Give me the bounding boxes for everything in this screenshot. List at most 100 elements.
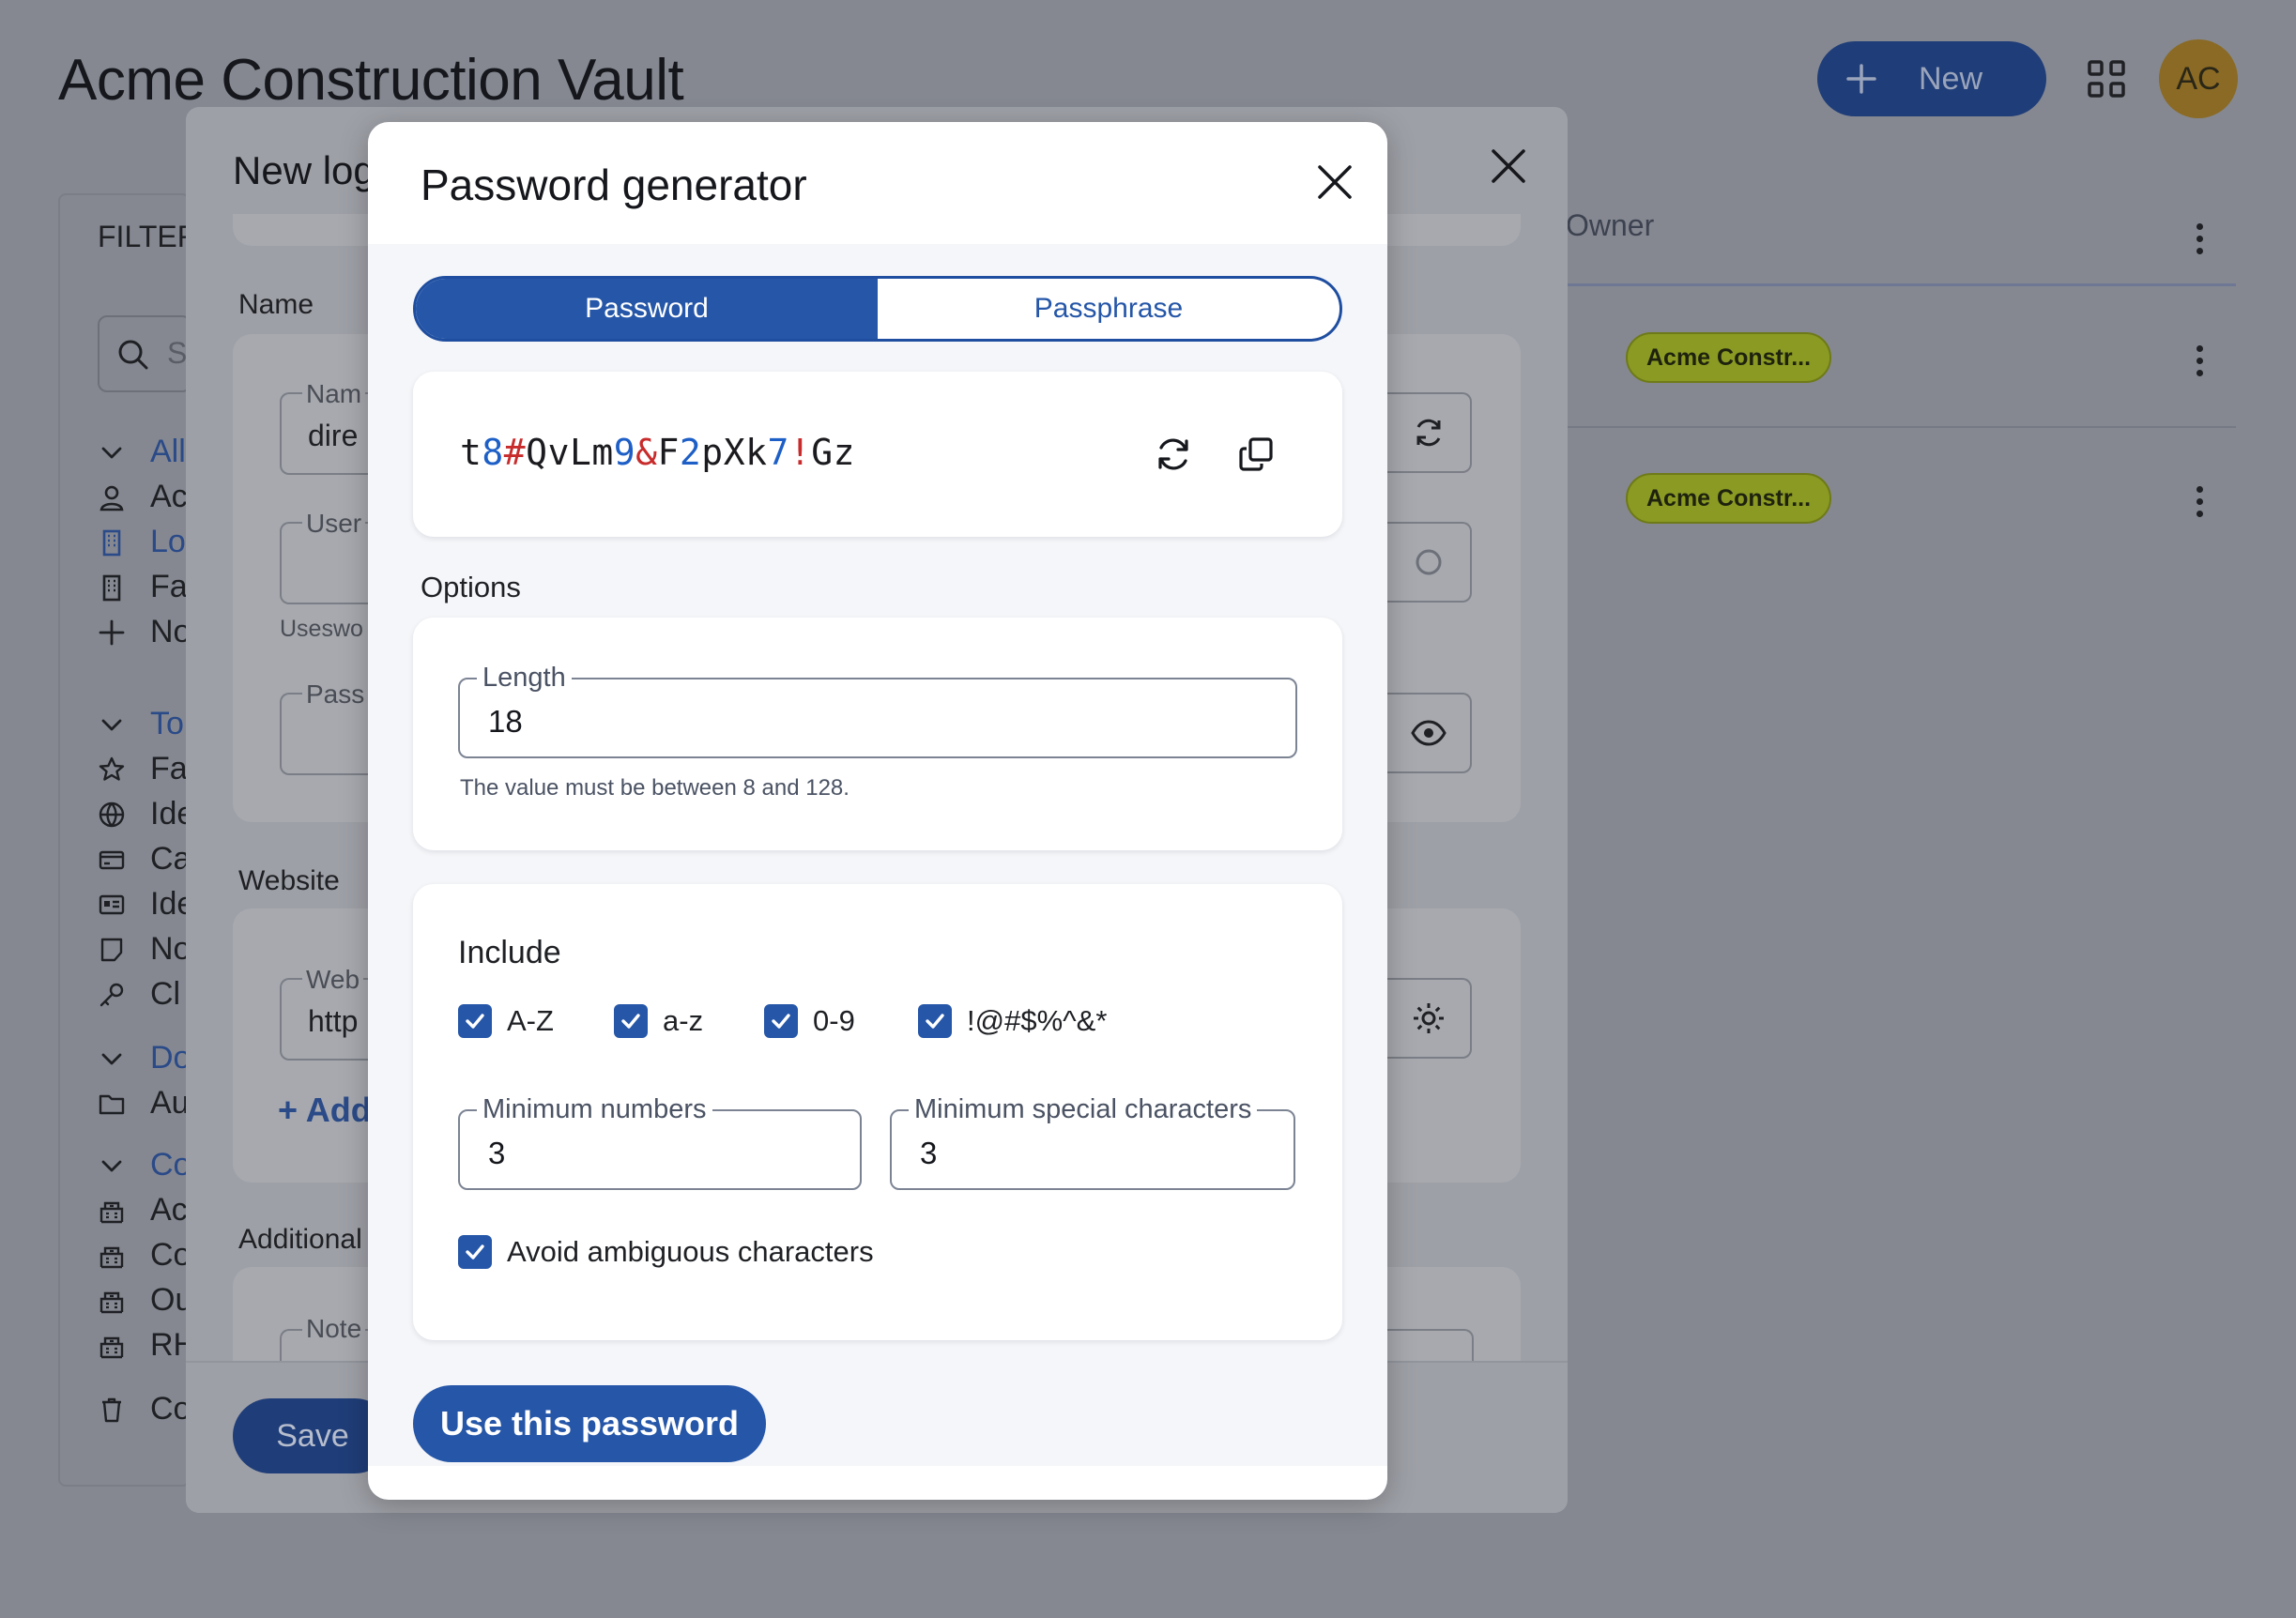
new-item-button[interactable]: New: [1817, 41, 2046, 116]
options-label: Options: [421, 571, 521, 603]
login-dialog-title: New log: [233, 148, 375, 192]
length-input[interactable]: Length 18: [458, 663, 1297, 758]
org-icon: [98, 1287, 126, 1315]
filter-item[interactable]: Ac: [98, 1192, 188, 1229]
tab-password[interactable]: Password: [416, 279, 878, 339]
plus-icon: [1845, 63, 1877, 95]
item-name-label: Nam: [302, 379, 366, 409]
special-checkbox[interactable]: !@#$%^&*: [918, 1004, 1107, 1038]
filter-item[interactable]: Co: [98, 1391, 191, 1427]
filter-item[interactable]: Fa: [98, 751, 188, 787]
building-icon: [98, 573, 126, 602]
filter-item[interactable]: Fa: [98, 569, 188, 605]
filter-group-toggle[interactable]: All: [98, 434, 186, 470]
use-password-button[interactable]: Use this password: [413, 1385, 766, 1462]
generator-title: Password generator: [421, 160, 807, 209]
trash-icon: [98, 1396, 126, 1424]
username-label: User: [302, 509, 366, 539]
website-value: http: [308, 1004, 359, 1038]
row-divider: [1566, 426, 2236, 428]
row-options-icon[interactable]: [2197, 345, 2203, 382]
column-options-icon[interactable]: [2197, 223, 2203, 260]
chevron-down-icon: [98, 1152, 126, 1180]
filter-item[interactable]: RH: [98, 1327, 196, 1364]
regenerate-name-button[interactable]: [1387, 392, 1472, 473]
add-website-link[interactable]: + Add: [278, 1091, 372, 1130]
filter-item-label: Co: [150, 1391, 191, 1427]
org-icon: [98, 1332, 126, 1360]
filter-item[interactable]: No: [98, 614, 191, 650]
filter-group-toggle[interactable]: Do: [98, 1040, 191, 1076]
filter-item[interactable]: Ca: [98, 841, 191, 878]
filter-item[interactable]: Co: [98, 1237, 191, 1274]
min-numbers-input[interactable]: Minimum numbers 3: [458, 1094, 862, 1190]
generated-password: t8#QvLm9&F2pXk7!Gz: [460, 432, 856, 473]
row-options-icon[interactable]: [2197, 486, 2203, 523]
gear-icon: [1414, 1003, 1444, 1033]
filter-group-toggle[interactable]: To: [98, 706, 184, 742]
min-special-label: Minimum special characters: [909, 1094, 1258, 1125]
numbers-checkbox[interactable]: 0-9: [764, 1004, 855, 1038]
owner-column-header[interactable]: Owner: [1566, 208, 2236, 243]
item-name-value: dire: [308, 419, 359, 452]
avatar[interactable]: AC: [2159, 39, 2238, 118]
filter-item-label: To: [150, 706, 184, 741]
apps-grid-icon[interactable]: [2086, 58, 2127, 99]
avoid-ambiguous-label: Avoid ambiguous characters: [507, 1235, 874, 1268]
building-icon: [98, 528, 126, 557]
filter-item-label: Lo: [150, 524, 186, 559]
header-divider: [1566, 283, 2236, 286]
regenerate-password-button[interactable]: [1145, 426, 1202, 482]
checkbox-checked-icon: [614, 1004, 648, 1038]
lowercase-label: a-z: [663, 1004, 704, 1037]
new-button-label: New: [1919, 60, 1983, 97]
filter-search-input[interactable]: S: [98, 315, 191, 392]
filter-item-label: Co: [150, 1147, 191, 1183]
name-section-title: Name: [238, 289, 314, 320]
website-settings-button[interactable]: [1387, 978, 1472, 1059]
website-section-title: Website: [238, 865, 340, 896]
filter-item-label: Fa: [150, 569, 188, 604]
uppercase-checkbox[interactable]: A-Z: [458, 1004, 554, 1038]
note-icon: [98, 936, 126, 964]
username-generator-button[interactable]: [1387, 522, 1472, 603]
avoid-ambiguous-checkbox[interactable]: Avoid ambiguous characters: [458, 1235, 874, 1269]
filters-title: FILTER: [98, 220, 199, 253]
length-hint: The value must be between 8 and 128.: [460, 775, 850, 801]
copy-password-button[interactable]: [1228, 426, 1284, 482]
filter-item[interactable]: Lo: [98, 524, 186, 560]
eye-icon: [1411, 720, 1446, 746]
copy-icon: [1239, 437, 1273, 471]
close-icon[interactable]: [1489, 146, 1528, 186]
min-special-input[interactable]: Minimum special characters 3: [890, 1094, 1295, 1190]
password-label: Pass: [302, 679, 369, 710]
add-website-label: Add: [305, 1091, 372, 1129]
filter-item[interactable]: Au: [98, 1085, 190, 1122]
website-label: Web: [302, 965, 364, 995]
user-icon: [98, 483, 126, 511]
password-generator-dialog: Password generator Password Passphrase t…: [368, 122, 1387, 1500]
checkbox-checked-icon: [458, 1004, 492, 1038]
lowercase-checkbox[interactable]: a-z: [614, 1004, 703, 1038]
toggle-visibility-button[interactable]: [1387, 693, 1472, 773]
app-title: Acme Construction Vault: [58, 48, 684, 113]
filter-item[interactable]: Ou: [98, 1282, 192, 1319]
filter-search-placeholder: S: [167, 336, 188, 370]
min-special-value: 3: [920, 1136, 938, 1170]
filter-item[interactable]: No: [98, 931, 191, 968]
filter-item[interactable]: Ac: [98, 479, 188, 515]
filter-item-label: Ac: [150, 1192, 188, 1228]
filter-item[interactable]: Ide: [98, 886, 194, 923]
additional-section-title: Additional: [238, 1224, 362, 1255]
uppercase-label: A-Z: [507, 1004, 554, 1037]
filter-item-label: Cl: [150, 976, 181, 1012]
filter-item[interactable]: Ide: [98, 796, 194, 832]
tab-passphrase[interactable]: Passphrase: [878, 279, 1339, 339]
close-icon[interactable]: [1316, 163, 1354, 201]
key-icon: [98, 981, 126, 1009]
filter-group-toggle[interactable]: Co: [98, 1147, 191, 1183]
checkbox-checked-icon: [918, 1004, 952, 1038]
filter-item[interactable]: Cl: [98, 976, 180, 1013]
include-card: Include A-Z a-z 0-9 !@#$%^&* Minimum num…: [413, 884, 1342, 1340]
checkbox-checked-icon: [764, 1004, 798, 1038]
